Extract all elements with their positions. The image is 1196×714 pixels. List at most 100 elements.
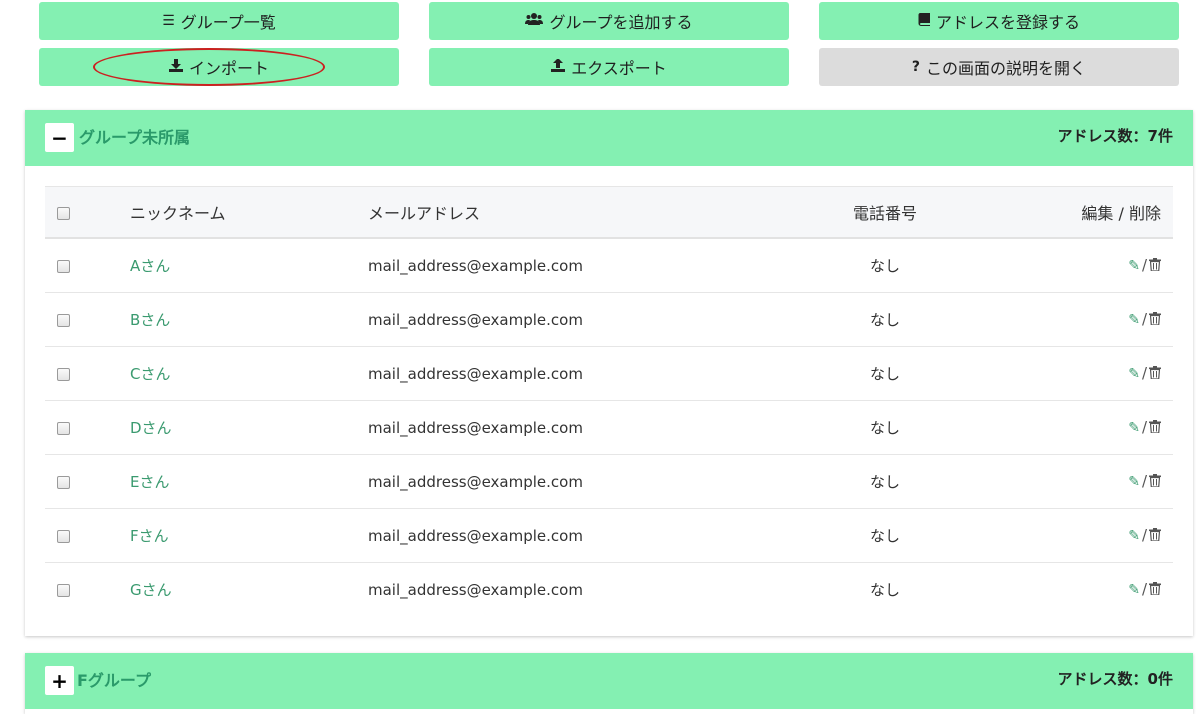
nickname-cell: Aさん — [129, 238, 367, 293]
nickname-link[interactable]: Aさん — [130, 257, 170, 275]
nickname-link[interactable]: Bさん — [130, 311, 170, 329]
group-title[interactable]: グループ未所属 — [79, 110, 190, 166]
nickname-cell: Cさん — [129, 346, 367, 401]
address-count: アドレス数：0件 — [1057, 670, 1173, 688]
trash-icon[interactable] — [1149, 581, 1161, 599]
table-row: Bさん mail_address@example.com なし ✎ / — [45, 292, 1173, 347]
action-separator: / — [1141, 310, 1147, 329]
edit-icon[interactable]: ✎ — [1128, 528, 1140, 544]
group-list-button[interactable]: ☰ グループ一覧 — [39, 2, 399, 40]
nickname-link[interactable]: Fさん — [130, 527, 169, 545]
nickname-link[interactable]: Eさん — [130, 473, 169, 491]
edit-icon[interactable]: ✎ — [1128, 366, 1140, 382]
actions-cell: ✎ / — [1051, 400, 1173, 455]
row-checkbox-cell — [45, 508, 129, 563]
action-separator: / — [1141, 364, 1147, 383]
trash-icon[interactable] — [1149, 311, 1161, 329]
group-panel-header: − グループ未所属 アドレス数：7件 — [25, 110, 1193, 166]
actions-cell: ✎ / — [1051, 563, 1173, 617]
phone-cell: なし — [869, 581, 900, 599]
phone-cell: なし — [719, 400, 1051, 455]
phone-cell: なし — [719, 238, 1051, 293]
register-address-button[interactable]: アドレスを登録する — [819, 2, 1179, 40]
register-address-label: アドレスを登録する — [935, 13, 1080, 32]
collapse-button[interactable]: − — [45, 123, 74, 152]
edit-icon[interactable]: ✎ — [1128, 258, 1140, 274]
row-checkbox[interactable] — [57, 583, 70, 597]
group-list-label: グループ一覧 — [180, 13, 276, 32]
expand-button[interactable]: + — [45, 666, 74, 695]
add-group-label: グループを追加する — [549, 13, 693, 32]
phone-cell: なし — [719, 508, 1051, 563]
import-button[interactable]: インポート — [39, 48, 399, 86]
action-separator: / — [1141, 526, 1147, 545]
table-row: Fさん mail_address@example.com なし ✎ / — [45, 508, 1173, 563]
nickname-link[interactable]: Gさん — [130, 581, 172, 599]
column-header-actions: 編集 / 削除 — [1051, 186, 1173, 239]
nickname-cell: Gさん — [129, 563, 367, 617]
select-all-cell — [45, 186, 129, 239]
edit-icon[interactable]: ✎ — [1128, 420, 1140, 436]
row-checkbox[interactable] — [57, 421, 70, 435]
group-panel-header: + Fグループ アドレス数：0件 — [25, 653, 1193, 709]
column-header-phone: 電話番号 — [719, 186, 1051, 239]
trash-icon[interactable] — [1149, 257, 1161, 275]
trash-icon[interactable] — [1149, 473, 1161, 491]
email-cell: mail_address@example.com — [367, 508, 719, 563]
table-row: Cさん mail_address@example.com なし ✎ / — [45, 346, 1173, 401]
nickname-link[interactable]: Cさん — [130, 365, 170, 383]
help-label: この画面の説明を開く — [926, 59, 1087, 78]
phone-cell: なし — [719, 292, 1051, 347]
add-group-button[interactable]: グループを追加する — [429, 2, 789, 40]
select-all-checkbox[interactable] — [57, 206, 70, 220]
edit-icon[interactable]: ✎ — [1128, 474, 1140, 490]
actions-cell: ✎ / — [1051, 346, 1173, 401]
row-checkbox-cell — [45, 346, 129, 401]
row-checkbox-cell — [45, 563, 129, 617]
email-cell: mail_address@example.com — [367, 454, 719, 509]
address-table: ニックネーム メールアドレス 電話番号 編集 / 削除 Aさん mail_addr… — [45, 186, 1173, 616]
email-cell: mail_address@example.com — [367, 346, 719, 401]
action-separator: / — [1141, 580, 1147, 599]
row-checkbox[interactable] — [57, 313, 70, 327]
nickname-cell: Eさん — [129, 454, 367, 509]
help-button[interactable]: ? この画面の説明を開く — [819, 48, 1179, 86]
table-header-row: ニックネーム メールアドレス 電話番号 編集 / 削除 — [45, 186, 1173, 239]
action-separator: / — [1141, 472, 1147, 491]
address-count: アドレス数：7件 — [1057, 127, 1173, 145]
nickname-cell: Fさん — [129, 508, 367, 563]
table-row: Eさん mail_address@example.com なし ✎ / — [45, 454, 1173, 509]
nickname-link[interactable]: Dさん — [130, 419, 172, 437]
phone-cell: なし — [719, 346, 1051, 401]
table-row: Aさん mail_address@example.com なし ✎ / — [45, 238, 1173, 293]
trash-icon[interactable] — [1149, 419, 1161, 437]
group-panel-unassigned: − グループ未所属 アドレス数：7件 ニックネーム メールアドレス 電話番号 編… — [25, 110, 1193, 636]
nickname-cell: Dさん — [129, 400, 367, 455]
trash-icon[interactable] — [1149, 527, 1161, 545]
export-button[interactable]: エクスポート — [429, 48, 789, 86]
row-checkbox[interactable] — [57, 259, 70, 273]
email-cell: mail_address@example.com — [367, 400, 719, 455]
export-label: エクスポート — [571, 59, 667, 78]
group-panel-f: + Fグループ アドレス数：0件 — [25, 653, 1193, 714]
upload-icon — [551, 57, 566, 76]
trash-icon[interactable] — [1149, 365, 1161, 383]
list-icon: ☰ — [162, 13, 175, 29]
actions-cell: ✎ / — [1051, 454, 1173, 509]
edit-icon[interactable]: ✎ — [1128, 582, 1140, 598]
row-checkbox-cell — [45, 400, 129, 455]
column-header-nickname: ニックネーム — [129, 186, 367, 239]
table-row: Gさん mail_address@example.com なし ✎ / — [45, 563, 1173, 617]
download-icon — [168, 58, 183, 76]
edit-icon[interactable]: ✎ — [1128, 312, 1140, 328]
nickname-cell: Bさん — [129, 292, 367, 347]
actions-cell: ✎ / — [1051, 238, 1173, 293]
row-checkbox[interactable] — [57, 475, 70, 489]
group-title[interactable]: Fグループ — [77, 653, 151, 709]
row-checkbox-cell — [45, 454, 129, 509]
action-separator: / — [1141, 256, 1147, 275]
column-header-email: メールアドレス — [367, 186, 719, 239]
row-checkbox[interactable] — [57, 367, 70, 381]
row-checkbox[interactable] — [57, 529, 70, 543]
users-icon — [525, 12, 544, 30]
